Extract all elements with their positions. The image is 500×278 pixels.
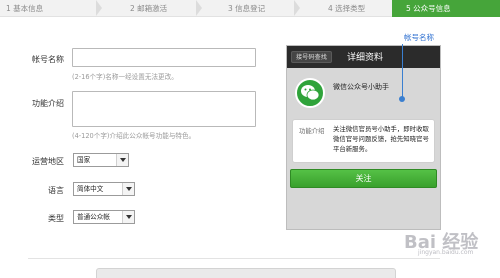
annotation-line [402,44,403,98]
back-button[interactable]: 接号码查找 [291,51,332,63]
chevron-down-icon [122,183,134,195]
baidu-watermark: Bai 经验 jingyan.baidu.com [388,228,488,258]
step-3-label: 3 信息登记 [228,4,266,13]
language-label: 语言 [48,186,64,195]
function-intro-hint: (4-120个字)介绍此公众帐号功能与特色。 [72,132,196,140]
language-select[interactable]: 简体中文 [73,182,135,196]
function-intro-label: 功能介绍 [32,99,64,108]
chevron-down-icon [122,211,134,223]
account-name-label: 帐号名称 [32,55,64,64]
step-progress-bar: 1 基本信息 2 邮箱激活 3 信息登记 4 选择类型 5 公众号信息 [0,0,500,17]
type-value: 普通公众帐 [77,213,110,221]
annotation-label: 帐号名称 [404,33,434,42]
step-separator [294,0,300,16]
preview-info-label: 功能介绍 [299,127,325,135]
region-label: 运营地区 [32,157,64,166]
function-intro-textarea[interactable] [72,91,256,127]
divider [28,258,440,259]
follow-button[interactable]: 关注 [290,169,437,188]
step-1-label: 1 基本信息 [6,4,44,13]
step-separator [196,0,202,16]
account-name-hint: (2-16个字)名称一经设置无法更改。 [72,73,178,81]
step-separator [96,0,102,16]
profile-preview-panel: 接号码查找 详细资料 微信公众号小助手 功能介绍 关注微信官员号小助手，即时收取… [286,45,441,230]
step-4: 4 选择类型 [322,0,392,17]
step-2-label: 2 邮箱激活 [130,4,168,13]
preview-account-name: 微信公众号小助手 [333,83,389,91]
step-4-label: 4 选择类型 [328,4,366,13]
step-5-active: 5 公众号信息 [392,0,500,17]
account-name-input[interactable] [72,48,256,67]
step-2: 2 邮箱激活 [124,0,224,17]
watermark-sub: jingyan.baidu.com [418,249,474,256]
step-5-label: 5 公众号信息 [406,4,451,13]
step-1: 1 基本信息 [0,0,96,17]
type-select[interactable]: 普通公众帐 [73,210,135,224]
preview-info-text: 关注微信官员号小助手，即时收取微信官号问题反馈，抢先知晓官号平台新服务。 [333,125,429,153]
step-3: 3 信息登记 [222,0,302,17]
submit-button[interactable] [96,268,396,278]
chevron-down-icon [116,154,128,166]
region-value: 国家 [77,156,91,164]
preview-header: 接号码查找 详细资料 [287,46,440,68]
type-label: 类型 [48,214,64,223]
wechat-logo-avatar [295,78,325,108]
preview-title: 详细资料 [347,53,384,63]
annotation-dot [399,96,405,102]
region-select[interactable]: 国家 [73,153,129,167]
language-value: 简体中文 [77,185,104,193]
preview-info-box: 功能介绍 关注微信官员号小助手，即时收取微信官号问题反馈，抢先知晓官号平台新服务… [292,119,435,163]
wechat-icon [301,85,320,101]
